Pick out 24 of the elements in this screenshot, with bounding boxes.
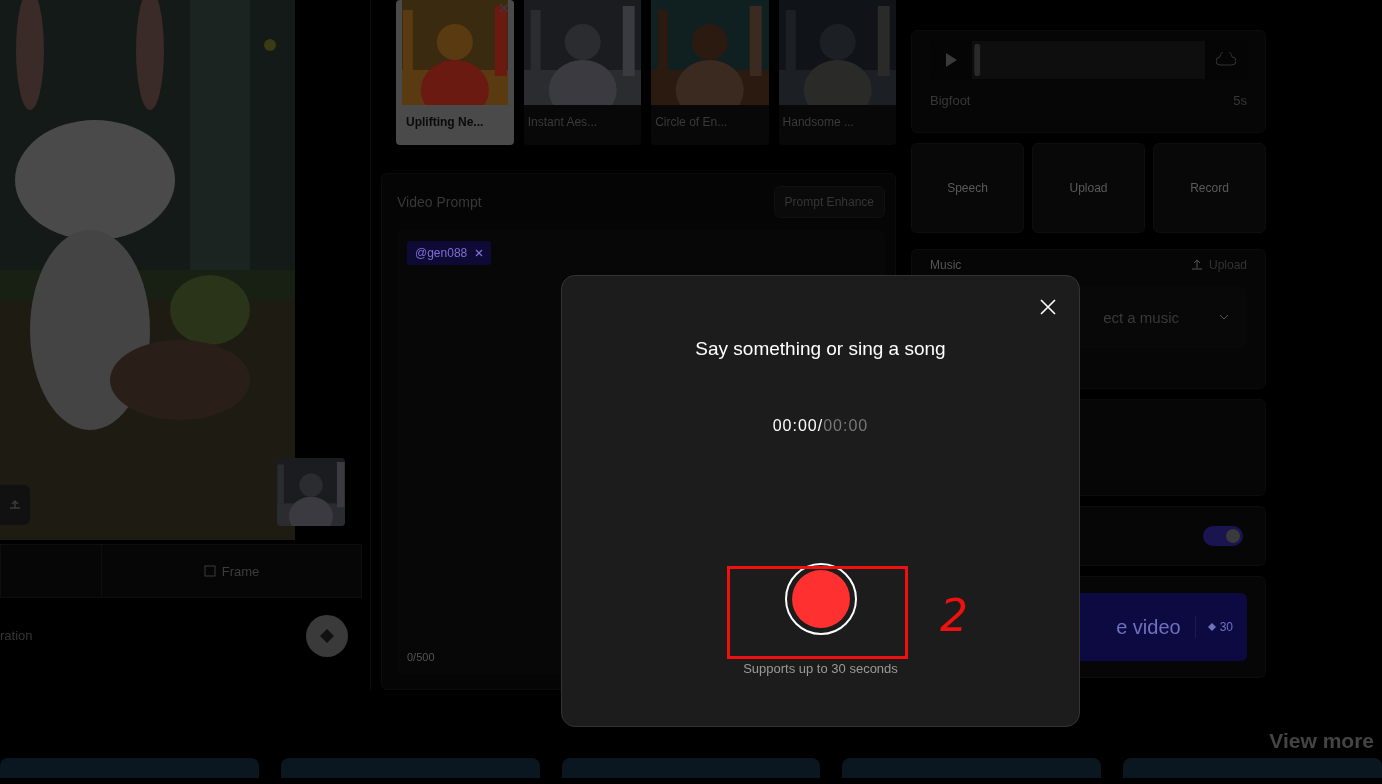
chevron-down-icon — [1219, 314, 1229, 320]
video-card[interactable] — [1123, 758, 1382, 778]
elapsed-time: 00:00/ — [772, 417, 824, 435]
panel-title: Music — [930, 258, 962, 272]
view-more-link[interactable]: View more — [1269, 728, 1374, 754]
video-card[interactable] — [280, 758, 540, 778]
total-time: 00:00 — [823, 417, 869, 435]
voice-source-button[interactable]: Speech — [911, 143, 1024, 233]
diamond-icon — [1207, 623, 1216, 631]
template-card[interactable]: Uplifting Ne... — [396, 0, 514, 145]
mention-tag[interactable]: @gen088 — [407, 241, 492, 265]
frame-icon — [203, 565, 216, 577]
voice-source-button[interactable]: Record — [1153, 143, 1266, 233]
video-card[interactable] — [842, 758, 1102, 778]
duration-note: Supports up to 30 seconds — [743, 661, 898, 676]
toggle-switch[interactable] — [1203, 526, 1243, 546]
diamond-icon — [320, 628, 334, 643]
annotation-label: 2 — [940, 590, 968, 641]
video-card[interactable] — [0, 758, 259, 778]
voice-source-button[interactable]: Upload — [1032, 143, 1145, 233]
video-card[interactable] — [561, 758, 821, 778]
add-button[interactable] — [306, 614, 348, 657]
character-counter: 0/500 — [407, 651, 436, 663]
record-button[interactable] — [784, 563, 857, 635]
